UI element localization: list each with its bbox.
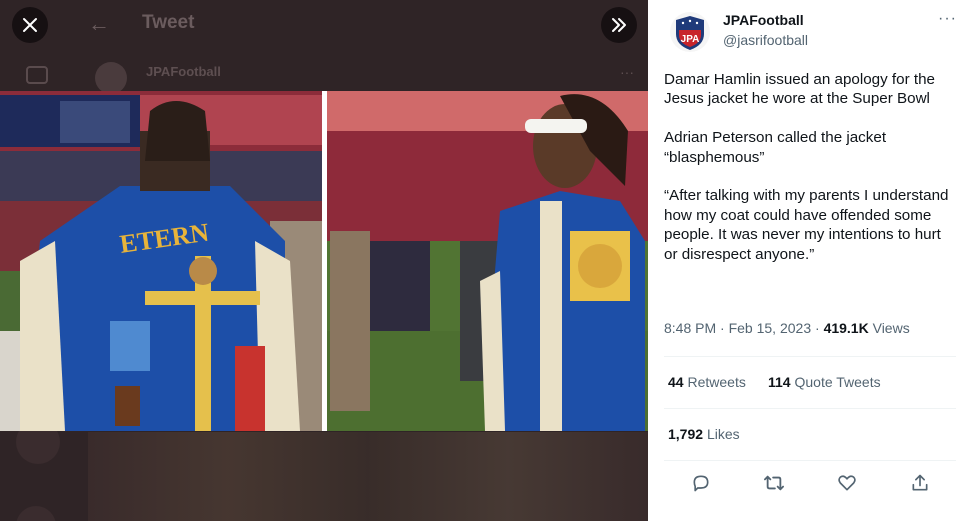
quote-tweets-stat[interactable]: 114 Quote Tweets bbox=[768, 374, 881, 390]
tweet-meta: 8:48 PM · Feb 15, 2023 · 419.1K Views bbox=[664, 320, 910, 336]
meta-separator: · bbox=[720, 320, 725, 336]
like-button[interactable] bbox=[832, 468, 862, 498]
background-account-name: JPAFootball bbox=[146, 64, 221, 79]
background-page-title: Tweet bbox=[142, 12, 195, 33]
divider bbox=[664, 460, 956, 461]
tweet-date[interactable]: Feb 15, 2023 bbox=[729, 320, 812, 336]
quotes-count: 114 bbox=[768, 374, 791, 390]
tweet-paragraph: Adrian Peterson called the jacket “blasp… bbox=[664, 129, 887, 166]
likes-count: 1,792 bbox=[668, 426, 704, 442]
divider bbox=[664, 356, 956, 357]
likes-stat[interactable]: 1,792 Likes bbox=[668, 426, 740, 442]
meta-separator: · bbox=[815, 320, 820, 336]
views-count: 419.1K bbox=[823, 320, 869, 336]
tweet-photo[interactable]: ETERN bbox=[0, 91, 648, 431]
tweet-detail-panel: JPA JPAFootball @jasrifootball ··· Damar… bbox=[648, 0, 960, 521]
retweets-count: 44 bbox=[668, 374, 684, 390]
tweet-paragraph: “After talking with my parents I underst… bbox=[664, 187, 949, 263]
author-avatar[interactable]: JPA bbox=[670, 12, 710, 52]
camera-icon bbox=[26, 66, 48, 84]
retweet-button[interactable] bbox=[759, 468, 789, 498]
retweets-stat[interactable]: 44 Retweets bbox=[668, 374, 746, 390]
background-circle bbox=[16, 506, 56, 521]
tweet-text: Damar Hamlin issued an apology for the J… bbox=[664, 70, 954, 283]
reply-icon bbox=[693, 475, 708, 492]
more-options-button[interactable]: ··· bbox=[938, 10, 957, 28]
jpa-logo-icon: JPA bbox=[676, 16, 704, 50]
expand-panel-button[interactable] bbox=[601, 7, 637, 43]
author-handle[interactable]: @jasrifootball bbox=[723, 32, 808, 48]
background-avatar bbox=[95, 62, 127, 94]
tweet-paragraph: Damar Hamlin issued an apology for the J… bbox=[664, 71, 935, 108]
chevron-double-right-icon bbox=[612, 18, 626, 32]
close-icon bbox=[23, 18, 37, 32]
quotes-label: Quote Tweets bbox=[794, 374, 881, 390]
likes-label: Likes bbox=[706, 426, 740, 442]
back-arrow-icon: ← bbox=[88, 11, 110, 36]
photo-illustration: ETERN bbox=[0, 91, 648, 431]
author-name[interactable]: JPAFootball bbox=[723, 12, 804, 28]
tweet-actions bbox=[664, 468, 956, 498]
avatar-text: JPA bbox=[681, 34, 700, 45]
views-label: Views bbox=[872, 320, 910, 336]
retweet-icon bbox=[763, 475, 784, 491]
background-image-strip bbox=[88, 432, 648, 521]
heart-icon bbox=[837, 475, 856, 491]
background-more-icon: ··· bbox=[620, 64, 634, 80]
close-button[interactable] bbox=[12, 7, 48, 43]
retweets-label: Retweets bbox=[687, 374, 746, 390]
divider bbox=[664, 408, 956, 409]
share-icon bbox=[912, 474, 927, 491]
share-button[interactable] bbox=[905, 468, 935, 498]
reply-button[interactable] bbox=[686, 468, 716, 498]
tweet-time[interactable]: 8:48 PM bbox=[664, 320, 716, 336]
